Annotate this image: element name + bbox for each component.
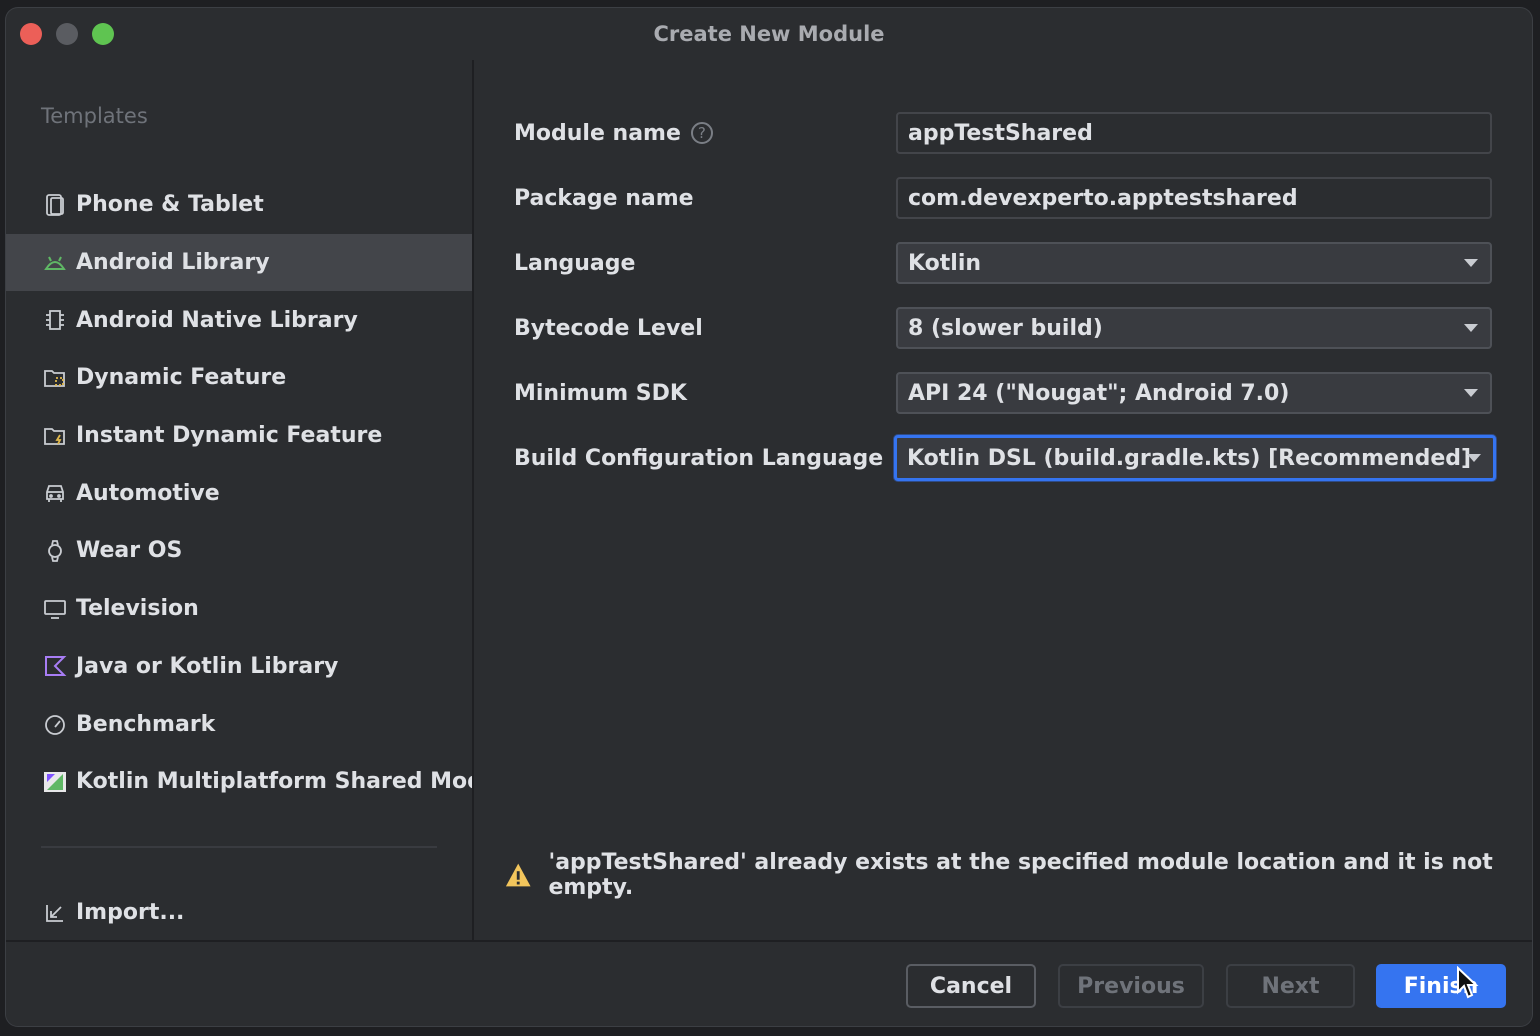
- minimum-sdk-row: Minimum SDK API 24 ("Nougat"; Android 7.…: [514, 370, 1504, 416]
- template-kotlin-multiplatform[interactable]: Kotlin Multiplatform Shared Mod...: [6, 753, 472, 811]
- chevron-down-icon: [1467, 454, 1481, 462]
- title-bar: Create New Module: [6, 8, 1532, 60]
- minimum-sdk-select[interactable]: API 24 ("Nougat"; Android 7.0): [896, 372, 1492, 414]
- build-config-language-label: Build Configuration Language?: [514, 446, 916, 471]
- template-label: Wear OS: [76, 538, 183, 564]
- chip-icon: [42, 307, 68, 333]
- window-controls: [20, 23, 114, 45]
- kmp-icon: [42, 769, 68, 795]
- tv-icon: [42, 596, 68, 622]
- templates-header: Templates: [41, 104, 148, 128]
- language-row: Language Kotlin: [514, 240, 1504, 286]
- warning-icon: [505, 863, 531, 887]
- folder-dynamic-icon: [42, 365, 68, 391]
- language-label: Language: [514, 250, 636, 276]
- template-label: Kotlin Multiplatform Shared Mod...: [76, 769, 472, 795]
- module-exists-warning: 'appTestShared' already exists at the sp…: [504, 850, 1532, 900]
- cancel-button[interactable]: Cancel: [906, 964, 1036, 1008]
- template-benchmark[interactable]: Benchmark: [6, 695, 472, 753]
- create-module-dialog: Create New Module Templates Phone & Tabl…: [6, 8, 1532, 1026]
- chevron-down-icon: [1464, 324, 1478, 332]
- package-name-label: Package name: [514, 185, 694, 211]
- package-name-row: Package name com.devexperto.apptestshare…: [514, 175, 1504, 221]
- template-label: Instant Dynamic Feature: [76, 423, 383, 449]
- car-icon: [42, 480, 68, 506]
- next-button[interactable]: Next: [1226, 964, 1355, 1008]
- template-label: Benchmark: [76, 711, 216, 737]
- templates-sidebar: Templates Phone & Tablet Android Library…: [6, 60, 474, 940]
- template-java-kotlin-library[interactable]: Java or Kotlin Library: [6, 638, 472, 696]
- template-label: Television: [76, 596, 199, 622]
- maximize-window-button[interactable]: [92, 23, 114, 45]
- import-icon: [42, 900, 68, 926]
- template-dynamic-feature[interactable]: Dynamic Feature: [6, 349, 472, 407]
- import-label: Import...: [76, 900, 185, 926]
- template-label: Java or Kotlin Library: [76, 653, 339, 679]
- warning-text: 'appTestShared' already exists at the sp…: [548, 850, 1493, 900]
- dialog-title: Create New Module: [653, 22, 885, 46]
- template-android-library[interactable]: Android Library: [6, 233, 472, 292]
- android-icon: [42, 250, 68, 276]
- module-name-input[interactable]: appTestShared: [896, 112, 1492, 154]
- folder-instant-icon: [42, 423, 68, 449]
- chevron-down-icon: [1464, 389, 1478, 397]
- package-name-input[interactable]: com.devexperto.apptestshared: [896, 177, 1492, 219]
- bytecode-level-select[interactable]: 8 (slower build): [896, 307, 1492, 349]
- mouse-cursor-icon: [1457, 966, 1479, 999]
- sidebar-divider: [41, 846, 437, 848]
- template-label: Phone & Tablet: [76, 192, 264, 218]
- module-name-row: Module name? appTestShared: [514, 110, 1504, 156]
- close-window-button[interactable]: [20, 23, 42, 45]
- previous-button[interactable]: Previous: [1058, 964, 1204, 1008]
- kotlin-icon: [42, 653, 68, 679]
- template-label: Android Library: [76, 250, 270, 276]
- minimize-window-button[interactable]: [56, 23, 78, 45]
- chevron-down-icon: [1464, 259, 1478, 267]
- template-label: Automotive: [76, 480, 220, 506]
- template-phone-tablet[interactable]: Phone & Tablet: [6, 176, 472, 234]
- build-config-language-select[interactable]: Kotlin DSL (build.gradle.kts) [Recommend…: [894, 435, 1496, 481]
- finish-button[interactable]: Finish: [1376, 964, 1506, 1008]
- language-select[interactable]: Kotlin: [896, 242, 1492, 284]
- template-television[interactable]: Television: [6, 580, 472, 638]
- minimum-sdk-label: Minimum SDK: [514, 380, 687, 406]
- template-label: Android Native Library: [76, 307, 358, 333]
- template-android-native-library[interactable]: Android Native Library: [6, 291, 472, 349]
- import-item[interactable]: Import...: [6, 884, 472, 942]
- watch-icon: [42, 538, 68, 564]
- templates-list: Phone & Tablet Android Library Android N…: [6, 176, 472, 811]
- help-icon[interactable]: ?: [690, 122, 713, 144]
- template-label: Dynamic Feature: [76, 365, 287, 391]
- bytecode-level-label: Bytecode Level: [514, 315, 703, 341]
- module-name-label: Module name?: [514, 121, 713, 146]
- phone-tablet-icon: [42, 192, 68, 218]
- build-config-language-row: Build Configuration Language? Kotlin DSL…: [514, 435, 1504, 481]
- template-instant-dynamic-feature[interactable]: Instant Dynamic Feature: [6, 407, 472, 465]
- template-automotive[interactable]: Automotive: [6, 464, 472, 522]
- bytecode-level-row: Bytecode Level 8 (slower build): [514, 305, 1504, 351]
- gauge-icon: [42, 711, 68, 737]
- template-wear-os[interactable]: Wear OS: [6, 522, 472, 580]
- dialog-footer: Cancel Previous Next Finish: [6, 940, 1532, 1026]
